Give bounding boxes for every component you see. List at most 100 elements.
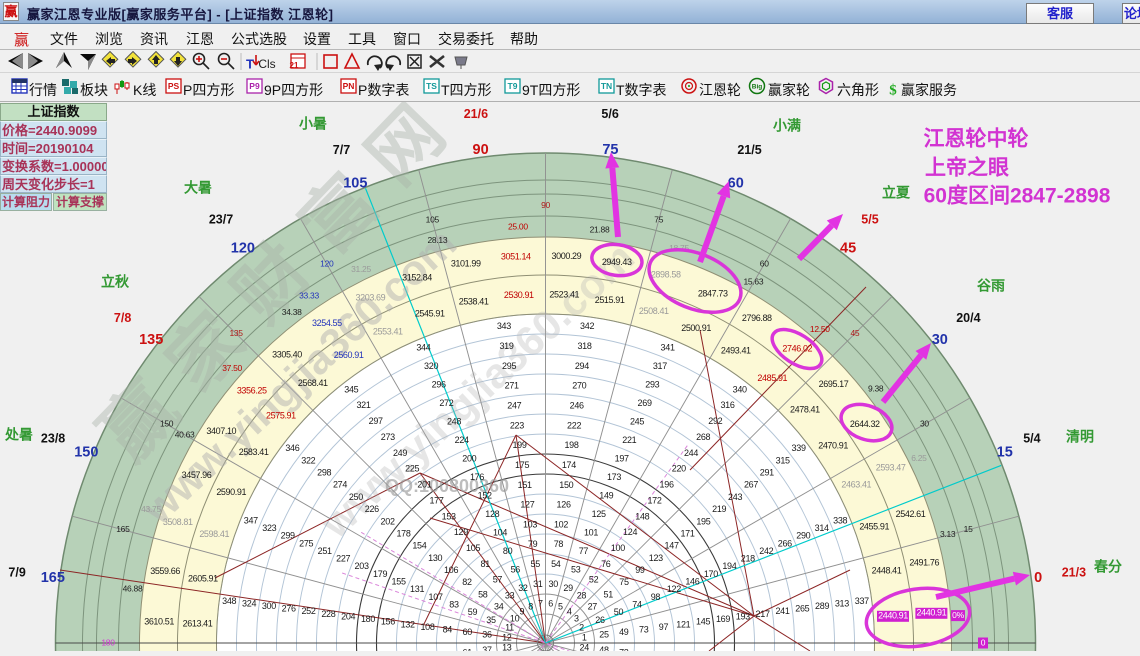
svg-text:107: 107 [429,592,443,602]
svg-text:127: 127 [520,500,534,510]
svg-text:7/8: 7/8 [114,311,131,325]
svg-text:3000.29: 3000.29 [552,251,582,261]
svg-text:12.50: 12.50 [810,324,830,334]
svg-text:108: 108 [420,622,434,632]
svg-text:244: 244 [684,448,698,458]
svg-text:202: 202 [381,516,395,526]
svg-text:148: 148 [635,511,649,521]
svg-text:2695.17: 2695.17 [819,379,849,389]
svg-text:20/4: 20/4 [956,311,980,325]
svg-text:11: 11 [505,622,514,632]
svg-text:296: 296 [432,380,446,390]
svg-text:135: 135 [229,328,243,338]
svg-text:313: 313 [835,598,849,608]
svg-text:2898.58: 2898.58 [651,270,681,280]
svg-text:79: 79 [528,539,538,549]
svg-text:59: 59 [468,607,478,617]
svg-text:247: 247 [507,400,521,410]
svg-text:242: 242 [759,546,773,556]
svg-text:32: 32 [518,583,528,593]
svg-text:7: 7 [538,599,543,609]
svg-text:342: 342 [580,321,594,331]
svg-text:5/6: 5/6 [601,107,618,121]
svg-text:3.13: 3.13 [940,529,956,539]
svg-text:270: 270 [572,381,586,391]
svg-text:2613.41: 2613.41 [183,619,213,629]
svg-text:150: 150 [559,480,573,490]
svg-text:318: 318 [577,341,591,351]
svg-text:2746.02: 2746.02 [782,344,812,354]
svg-text:15.63: 15.63 [744,276,764,286]
svg-text:194: 194 [722,561,736,571]
svg-text:218: 218 [741,554,755,564]
svg-text:2538.41: 2538.41 [459,296,489,306]
svg-text:105: 105 [466,543,480,553]
svg-text:77: 77 [579,546,589,556]
svg-text:2463.41: 2463.41 [841,480,871,490]
svg-text:大暑: 大暑 [184,180,212,196]
svg-text:7/9: 7/9 [8,566,25,580]
svg-text:57: 57 [493,575,503,585]
svg-text:处暑: 处暑 [4,427,33,443]
svg-text:105: 105 [343,176,367,192]
svg-text:273: 273 [381,432,395,442]
svg-text:348: 348 [222,596,236,606]
svg-text:291: 291 [760,468,774,478]
svg-text:193: 193 [736,611,750,621]
svg-text:131: 131 [410,584,424,594]
svg-text:立夏: 立夏 [882,185,911,201]
svg-text:12: 12 [502,632,512,642]
svg-text:Big: Big [752,84,763,91]
svg-text:21/5: 21/5 [737,143,761,157]
svg-text:203: 203 [355,561,369,571]
svg-text:104: 104 [493,527,507,537]
svg-text:252: 252 [301,606,315,616]
svg-text:197: 197 [615,453,629,463]
svg-text:3457.96: 3457.96 [182,470,212,480]
svg-text:165: 165 [41,570,65,586]
svg-text:2455.91: 2455.91 [859,522,889,532]
svg-text:2542.61: 2542.61 [896,509,926,519]
svg-text:25: 25 [599,630,609,640]
svg-text:25.00: 25.00 [508,222,528,232]
svg-text:9.38: 9.38 [868,383,884,393]
svg-text:谷雨: 谷雨 [977,278,1005,294]
svg-text:173: 173 [607,472,621,482]
svg-text:97: 97 [659,622,669,632]
svg-text:272: 272 [439,398,453,408]
svg-text:80: 80 [503,546,513,556]
svg-text:TN: TN [601,81,612,91]
svg-text:0: 0 [981,637,986,647]
svg-text:江恩轮中轮: 江恩轮中轮 [924,127,1029,151]
svg-text:177: 177 [429,495,443,505]
svg-text:2440.91: 2440.91 [878,611,908,621]
svg-text:315: 315 [776,455,790,465]
svg-text:Cls: Cls [258,57,275,71]
svg-text:2560.91: 2560.91 [334,350,364,360]
svg-text:99: 99 [635,565,645,575]
svg-text:46.88: 46.88 [123,583,143,593]
svg-text:75: 75 [654,215,663,225]
svg-text:T9: T9 [508,81,518,91]
svg-text:129: 129 [454,527,468,537]
svg-text:3356.25: 3356.25 [237,386,267,396]
svg-text:2485.91: 2485.91 [757,373,787,383]
svg-text:P9: P9 [249,81,260,91]
svg-text:60: 60 [462,627,472,637]
svg-text:74: 74 [632,599,642,609]
svg-text:267: 267 [744,480,758,490]
svg-text:340: 340 [733,384,747,394]
svg-text:135: 135 [139,332,163,348]
svg-text:319: 319 [499,341,513,351]
svg-text:2: 2 [579,622,584,632]
svg-text:297: 297 [369,416,383,426]
svg-text:36: 36 [482,630,492,640]
svg-text:75: 75 [619,577,629,587]
svg-text:321: 321 [356,400,370,410]
svg-text:2491.76: 2491.76 [909,558,939,568]
svg-text:49: 49 [619,627,629,637]
svg-text:227: 227 [336,554,350,564]
svg-text:3051.14: 3051.14 [501,251,531,261]
svg-text:2530.91: 2530.91 [504,290,534,300]
svg-text:立秋: 立秋 [101,274,130,290]
